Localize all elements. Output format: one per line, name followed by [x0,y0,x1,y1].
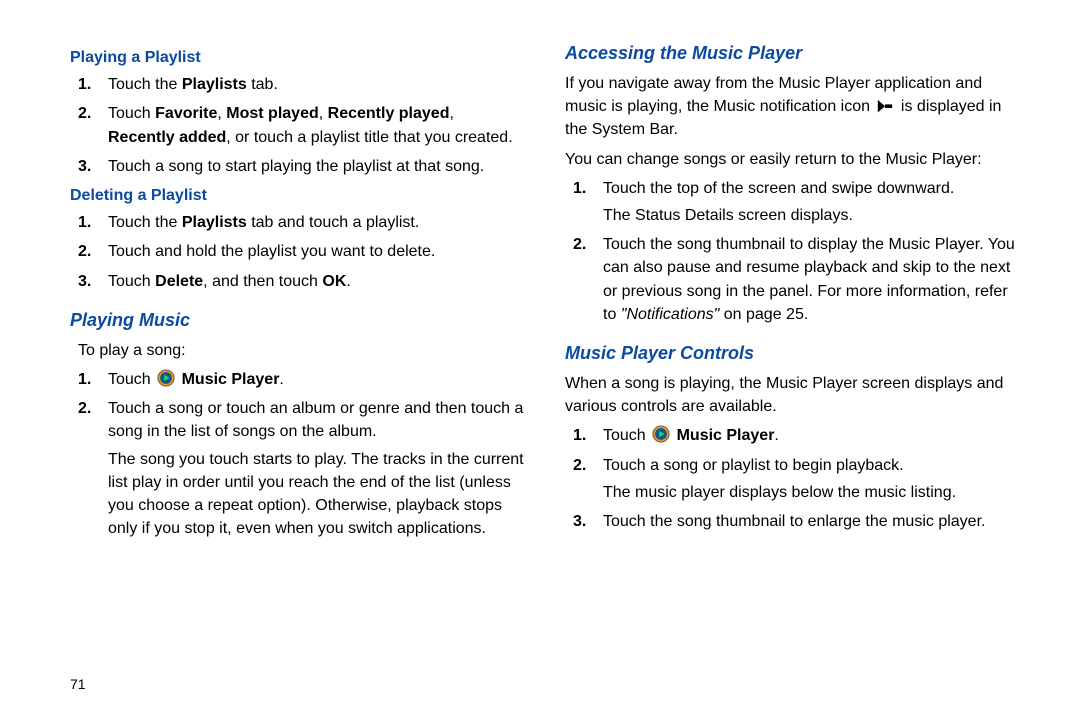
list-playing-playlist: 1. Touch the Playlists tab. 2. Touch Fav… [70,73,525,178]
heading-deleting-playlist: Deleting a Playlist [70,184,525,207]
list-item: 2. Touch Favorite, Most played, Recently… [78,102,525,148]
step-text: Touch a song to start playing the playli… [108,158,484,175]
list-playing-music: 1. Touch Music Player. 2. Touch a song o… [70,368,525,540]
page-number: 71 [70,674,86,694]
paragraph: When a song is playing, the Music Player… [565,372,1020,418]
step-continuation: The song you touch starts to play. The t… [108,448,525,541]
paragraph: If you navigate away from the Music Play… [565,72,1020,142]
step-text: Touch Music Player. [603,427,779,444]
list-controls: 1. Touch Music Player. 2. Touch a song o… [565,424,1020,533]
step-text: Touch Delete, and then touch OK. [108,273,351,290]
list-item: 1. Touch the top of the screen and swipe… [573,177,1020,227]
list-item: 2. Touch a song or touch an album or gen… [78,397,525,540]
list-item: 1. Touch the Playlists tab. [78,73,525,96]
step-continuation: The music player displays below the musi… [603,481,1020,504]
step-continuation: The Status Details screen displays. [603,204,1020,227]
list-item: 3. Touch the song thumbnail to enlarge t… [573,510,1020,533]
list-item: 3. Touch a song to start playing the pla… [78,155,525,178]
heading-playing-music: Playing Music [70,307,525,333]
step-text: Touch the Playlists tab. [108,76,278,93]
heading-music-player-controls: Music Player Controls [565,340,1020,366]
heading-playing-playlist: Playing a Playlist [70,46,525,69]
list-deleting-playlist: 1. Touch the Playlists tab and touch a p… [70,211,525,293]
step-text: Touch Favorite, Most played, Recently pl… [108,105,513,145]
step-text: Touch Music Player. [108,371,284,388]
step-text: Touch and hold the playlist you want to … [108,243,435,260]
music-player-icon [652,425,670,443]
list-item: 2. Touch the song thumbnail to display t… [573,233,1020,326]
list-item: 3. Touch Delete, and then touch OK. [78,270,525,293]
list-item: 1. Touch Music Player. [573,424,1020,447]
paragraph: You can change songs or easily return to… [565,148,1020,171]
list-item: 2. Touch and hold the playlist you want … [78,240,525,263]
step-text: Touch the song thumbnail to enlarge the … [603,513,985,530]
music-player-icon [157,369,175,387]
list-accessing: 1. Touch the top of the screen and swipe… [565,177,1020,326]
step-text: Touch a song or playlist to begin playba… [603,457,904,474]
list-item: 1. Touch Music Player. [78,368,525,391]
right-column: Accessing the Music Player If you naviga… [555,40,1040,700]
step-text: Touch the song thumbnail to display the … [603,236,1015,323]
intro-text: To play a song: [78,339,525,362]
step-text: Touch the top of the screen and swipe do… [603,180,954,197]
heading-accessing-music-player: Accessing the Music Player [565,40,1020,66]
step-text: Touch a song or touch an album or genre … [108,400,523,440]
list-item: 2. Touch a song or playlist to begin pla… [573,454,1020,504]
play-notification-icon [876,97,894,111]
list-item: 1. Touch the Playlists tab and touch a p… [78,211,525,234]
step-text: Touch the Playlists tab and touch a play… [108,214,419,231]
left-column: Playing a Playlist 1. Touch the Playlist… [70,40,555,700]
